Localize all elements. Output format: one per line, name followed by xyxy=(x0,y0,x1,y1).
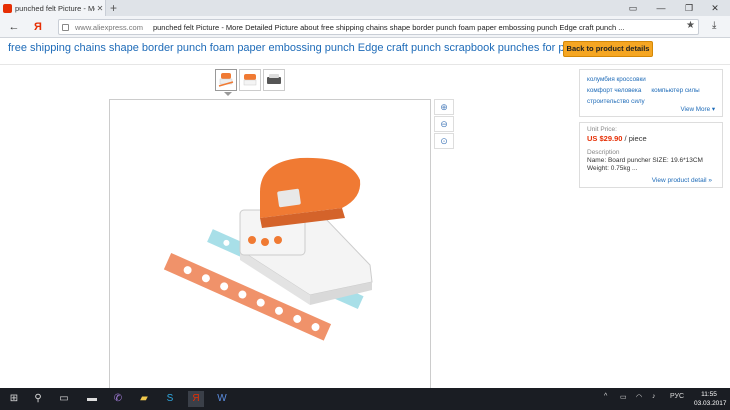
url-page-title: punched felt Picture - More Detailed Pic… xyxy=(152,22,625,32)
related-tag[interactable]: компьютер силы xyxy=(651,86,699,95)
volume-icon[interactable]: ♪ xyxy=(652,393,656,400)
thumbnail-1[interactable] xyxy=(215,69,237,91)
description-line: Name: Board puncher SIZE: 19.6*13CM xyxy=(587,157,703,164)
view-product-detail-link[interactable]: View product detail » xyxy=(652,177,712,184)
zoom-tools: ⊕ ⊖ ⊙ xyxy=(434,99,456,149)
new-tab-icon[interactable]: + xyxy=(110,1,117,15)
url-field[interactable]: www.aliexpress.com punched felt Picture … xyxy=(58,19,699,35)
lock-icon xyxy=(62,23,69,31)
yandex-browser-icon[interactable]: Я xyxy=(188,391,204,407)
clock-date: 03.03.2017 xyxy=(694,400,727,407)
description-line: Weight: 0.75kg ... xyxy=(587,165,638,172)
browser-tab[interactable]: punched felt Picture - Mo ✕ xyxy=(0,0,106,16)
price-value: US $29.90 xyxy=(587,134,623,143)
clock-time: 11:55 xyxy=(701,391,717,398)
product-photo-drawing xyxy=(163,157,373,341)
divider xyxy=(0,64,730,65)
language-indicator[interactable]: РУС xyxy=(670,393,684,400)
thumbnail-selected-marker xyxy=(224,92,232,96)
unit-price-label: Unit Price: xyxy=(587,126,617,133)
file-explorer-icon[interactable]: ▬ xyxy=(84,391,100,407)
yandex-logo-icon[interactable]: Я xyxy=(30,19,46,35)
punch-thumbnail-icon xyxy=(218,73,234,87)
punch-thumbnail-icon xyxy=(267,74,281,84)
address-bar: ← Я www.aliexpress.com punched felt Pict… xyxy=(0,16,730,38)
viber-icon[interactable]: ✆ xyxy=(110,391,126,407)
zoom-in-icon[interactable]: ⊕ xyxy=(434,99,454,115)
download-icon[interactable]: ⤓ xyxy=(712,20,716,31)
zoom-out-icon[interactable]: ⊖ xyxy=(434,116,454,132)
price-unit: / piece xyxy=(622,134,647,143)
back-arrow-icon[interactable]: ← xyxy=(6,19,22,35)
thumbnail-2[interactable] xyxy=(239,69,261,91)
related-tag[interactable]: строительство силу xyxy=(587,97,645,106)
aliexpress-favicon-icon xyxy=(3,3,12,13)
search-icon[interactable]: ⚲ xyxy=(30,391,46,407)
url-domain: www.aliexpress.com xyxy=(75,22,143,32)
windows-start-icon[interactable]: ⊞ xyxy=(6,391,22,407)
tabs-menu-icon[interactable]: ▭ xyxy=(622,0,644,16)
tab-title: punched felt Picture - Mo xyxy=(15,3,95,13)
taskbar: ⊞ ⚲ ▭ ▬ ✆ ▰ S Я W ^ ▭ ◠ ♪ РУС 11:55 03.0… xyxy=(0,388,730,410)
close-window-icon[interactable]: ✕ xyxy=(704,0,726,16)
restore-icon[interactable]: ❐ xyxy=(678,0,700,16)
punch-thumbnail-icon xyxy=(243,74,257,86)
wifi-icon[interactable]: ◠ xyxy=(636,393,642,401)
clock[interactable]: 11:55 03.03.2017 xyxy=(694,390,727,408)
tab-strip: punched felt Picture - Mo ✕ + ▭ — ❐ ✕ xyxy=(0,0,730,16)
related-tag[interactable]: колумбия кроссовки xyxy=(587,75,646,84)
thumbnail-strip xyxy=(215,69,285,91)
minimize-icon[interactable]: — xyxy=(650,0,672,16)
price-panel: Unit Price: US $29.90 / piece Descriptio… xyxy=(579,122,723,188)
view-more-link[interactable]: View More ▾ xyxy=(680,106,715,113)
battery-icon[interactable]: ▭ xyxy=(620,393,627,401)
close-tab-icon[interactable]: ✕ xyxy=(95,4,105,13)
bookmark-star-icon[interactable]: ★ xyxy=(686,20,695,31)
description-label: Description xyxy=(587,149,620,156)
product-image[interactable] xyxy=(109,99,431,390)
word-icon[interactable]: W xyxy=(214,391,230,407)
unit-price: US $29.90 / piece xyxy=(587,134,715,144)
thumbnail-3[interactable] xyxy=(263,69,285,91)
back-to-product-button[interactable]: Back to product details xyxy=(563,41,653,57)
zoom-reset-icon[interactable]: ⊙ xyxy=(434,133,454,149)
related-tag[interactable]: комфорт человека xyxy=(587,86,641,95)
folder-icon[interactable]: ▰ xyxy=(136,391,152,407)
skype-icon[interactable]: S xyxy=(162,391,178,407)
related-tags-panel: колумбия кроссовки комфорт человека комп… xyxy=(579,69,723,117)
page-title[interactable]: free shipping chains shape border punch … xyxy=(8,42,604,54)
task-view-icon[interactable]: ▭ xyxy=(56,391,72,407)
tray-chevron-icon[interactable]: ^ xyxy=(604,393,607,400)
